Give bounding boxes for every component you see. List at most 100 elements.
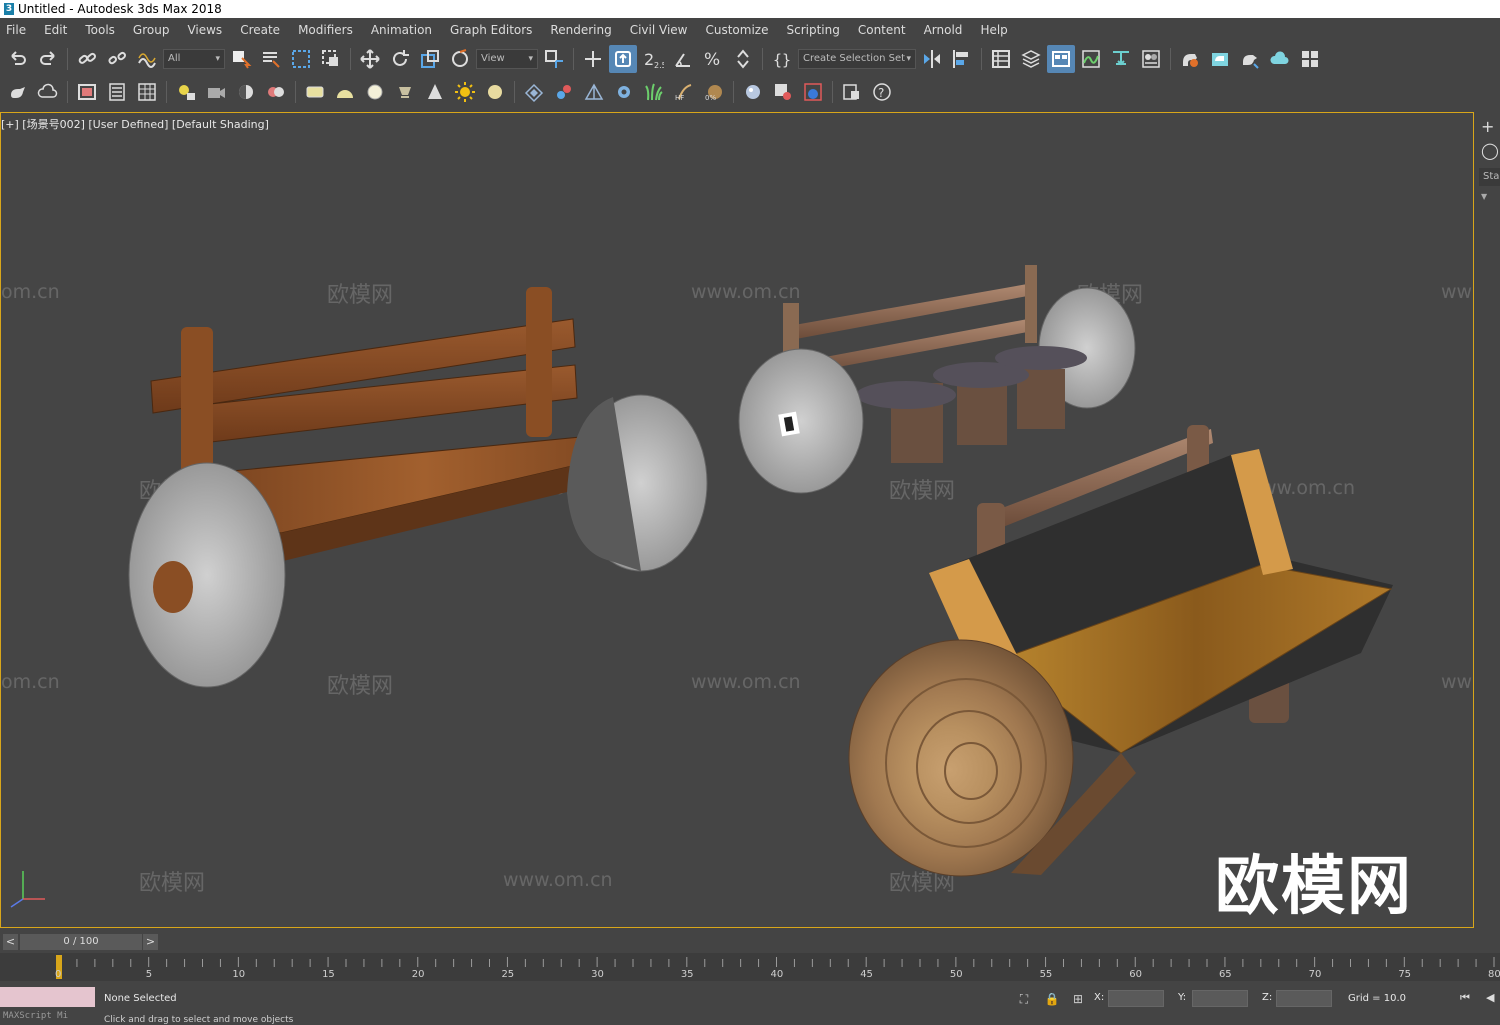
edit-named-selection-button[interactable]: {} — [768, 45, 796, 73]
move-button[interactable] — [356, 45, 384, 73]
unlink-button[interactable] — [103, 45, 131, 73]
go-to-start-icon[interactable]: ⏮ — [1460, 991, 1470, 1005]
light-lister-button[interactable] — [172, 78, 200, 106]
a360-gallery-button[interactable] — [1296, 45, 1324, 73]
time-slider-thumb[interactable]: 0 / 100 — [20, 934, 142, 950]
sky-light-button[interactable] — [481, 78, 509, 106]
time-slider-next-button[interactable]: > — [143, 934, 158, 950]
menu-rendering[interactable]: Rendering — [544, 23, 623, 37]
menu-animation[interactable]: Animation — [365, 23, 444, 37]
angle-snap-button[interactable] — [669, 45, 697, 73]
menu-content[interactable]: Content — [852, 23, 918, 37]
window-crossing-button[interactable] — [317, 45, 345, 73]
geometry-sphere-icon[interactable]: ◯ — [1481, 142, 1499, 160]
plane-button[interactable] — [301, 78, 329, 106]
rectangular-selection-button[interactable] — [287, 45, 315, 73]
render-setup-button[interactable] — [1176, 45, 1204, 73]
reference-coordinate-dropdown[interactable]: View — [476, 48, 538, 69]
fur-bundle-button[interactable]: 0% — [700, 78, 728, 106]
particle-button[interactable] — [550, 78, 578, 106]
layer-explorer-button[interactable] — [1017, 45, 1045, 73]
render-in-cloud-button[interactable] — [1266, 45, 1294, 73]
redo-button[interactable] — [34, 45, 62, 73]
toggle-ribbon-button[interactable] — [1047, 44, 1075, 73]
curve-editor-button[interactable] — [1077, 45, 1105, 73]
y-coordinate-field[interactable] — [1192, 990, 1248, 1007]
menu-customize[interactable]: Customize — [699, 23, 780, 37]
bench-stump-stools[interactable] — [738, 265, 1136, 494]
z-coordinate-field[interactable] — [1276, 990, 1332, 1007]
menu-arnold[interactable]: Arnold — [918, 23, 975, 37]
spinner-snap-button[interactable] — [729, 45, 757, 73]
cone-light-button[interactable] — [421, 78, 449, 106]
menu-graph-editors[interactable]: Graph Editors — [444, 23, 544, 37]
scale-button[interactable] — [416, 45, 444, 73]
rollout-arrow-icon[interactable]: ▼ — [1481, 192, 1500, 201]
render-region-button[interactable] — [799, 78, 827, 106]
cloud-button[interactable] — [34, 78, 62, 106]
absolute-mode-icon[interactable]: ⊞ — [1070, 991, 1086, 1007]
bench-half-log[interactable] — [848, 425, 1393, 877]
material-sphere-button[interactable] — [739, 78, 767, 106]
material-map-button[interactable] — [769, 78, 797, 106]
tent-button[interactable] — [580, 78, 608, 106]
help-button[interactable]: ? — [868, 78, 896, 106]
teapot-button[interactable] — [4, 78, 32, 106]
track-bar[interactable]: 5 10 15 20 25 30 35 40 45 50 55 60 65 70 75 80 0 — [0, 953, 1500, 981]
scatter-button[interactable] — [520, 78, 548, 106]
undo-button[interactable] — [4, 45, 32, 73]
dome-button[interactable] — [331, 78, 359, 106]
schematic-view-button[interactable] — [1107, 45, 1135, 73]
previous-frame-icon[interactable]: ◀ — [1486, 991, 1494, 1004]
scene-explorer-button[interactable] — [987, 45, 1015, 73]
x-coordinate-field[interactable] — [1108, 990, 1164, 1007]
bind-space-warp-button[interactable] — [133, 45, 161, 73]
maxscript-listener[interactable] — [0, 987, 95, 1007]
create-tab-icon[interactable]: + — [1481, 118, 1499, 136]
menu-help[interactable]: Help — [974, 23, 1019, 37]
menu-civil-view[interactable]: Civil View — [624, 23, 700, 37]
rendered-frame-window-button[interactable] — [1206, 45, 1234, 73]
grid-view-button[interactable] — [133, 78, 161, 106]
snaps-toggle-button[interactable]: 22.5 — [639, 45, 667, 73]
material-editor-button[interactable] — [1137, 45, 1165, 73]
isolate-selection-icon[interactable]: ⛶ — [1016, 991, 1032, 1007]
keyboard-shortcut-override-button[interactable] — [609, 44, 637, 73]
menu-tools[interactable]: Tools — [79, 23, 127, 37]
menu-file[interactable]: File — [0, 23, 38, 37]
link-button[interactable] — [73, 45, 101, 73]
place-button[interactable] — [446, 45, 474, 73]
render-effects-button[interactable] — [262, 78, 290, 106]
bench-stone-wheels[interactable] — [128, 287, 708, 688]
hair-fur-button[interactable]: HF — [670, 78, 698, 106]
sun-light-button[interactable] — [451, 78, 479, 106]
select-by-name-button[interactable] — [257, 45, 285, 73]
align-button[interactable] — [948, 45, 976, 73]
sphere-light-button[interactable] — [361, 78, 389, 106]
spot-light-button[interactable] — [391, 78, 419, 106]
rotate-button[interactable] — [386, 45, 414, 73]
render-frame-button[interactable] — [73, 78, 101, 106]
camera-button[interactable] — [202, 78, 230, 106]
percent-snap-button[interactable]: % — [699, 45, 727, 73]
menu-scripting[interactable]: Scripting — [780, 23, 851, 37]
grass-button[interactable] — [640, 78, 668, 106]
half-sphere-button[interactable] — [232, 78, 260, 106]
asset-tracking-button[interactable] — [838, 78, 866, 106]
time-slider-prev-button[interactable]: < — [3, 934, 18, 950]
perspective-viewport[interactable]: [+] [场景号002] [User Defined] [Default Sha… — [0, 112, 1474, 928]
menu-edit[interactable]: Edit — [38, 23, 79, 37]
menu-modifiers[interactable]: Modifiers — [292, 23, 365, 37]
select-manipulate-button[interactable] — [579, 45, 607, 73]
render-production-button[interactable] — [1236, 45, 1264, 73]
time-slider[interactable]: < 0 / 100 > — [0, 932, 1500, 952]
lock-selection-icon[interactable]: 🔒 — [1044, 991, 1060, 1007]
menu-create[interactable]: Create — [234, 23, 292, 37]
gear-button[interactable] — [610, 78, 638, 106]
selection-filter-dropdown[interactable]: All — [163, 48, 225, 69]
object-type-field[interactable]: Sta — [1479, 168, 1500, 186]
mirror-button[interactable] — [918, 45, 946, 73]
list-button[interactable] — [103, 78, 131, 106]
named-selection-dropdown[interactable]: Create Selection Set — [798, 48, 916, 69]
pivot-center-button[interactable] — [540, 45, 568, 73]
